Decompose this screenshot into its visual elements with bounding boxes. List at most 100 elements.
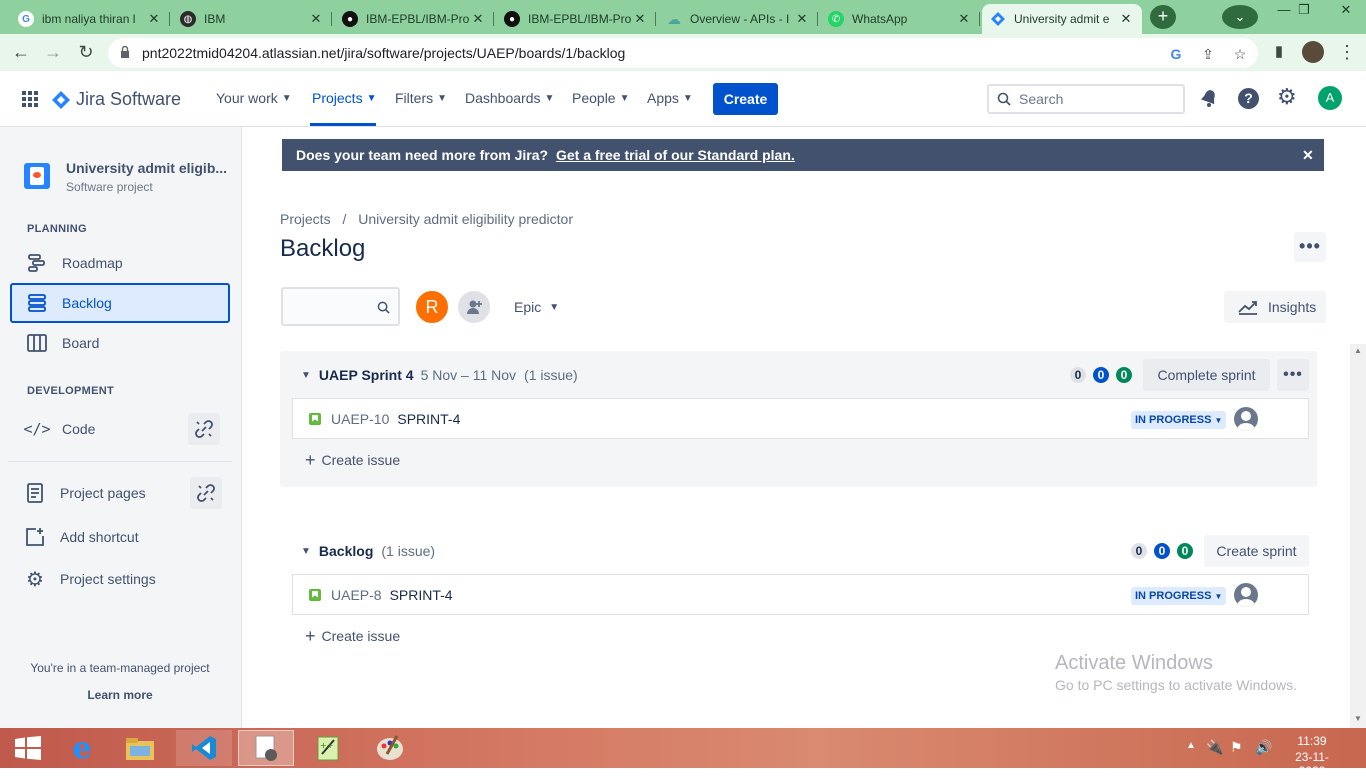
back-icon[interactable]: ← [10, 42, 32, 64]
complete-sprint-button[interactable]: Complete sprint [1143, 359, 1270, 391]
scroll-up-icon[interactable]: ▲ [1354, 346, 1362, 355]
create-button[interactable]: Create [713, 83, 778, 115]
issue-row[interactable]: UAEP-10 SPRINT-4 IN PROGRESS ▼ [292, 398, 1309, 439]
nav-projects[interactable]: Projects ▼ [312, 90, 376, 106]
nav-filters[interactable]: Filters ▼ [395, 90, 447, 106]
maximize-icon[interactable]: ❐ [1284, 2, 1324, 22]
unlinked-icon[interactable] [190, 477, 222, 509]
nav-dashboards[interactable]: Dashboards ▼ [465, 90, 554, 106]
board-icon [26, 332, 48, 354]
epic-filter[interactable]: Epic ▼ [514, 299, 559, 315]
sprint-status-counts: 0 0 0 [1070, 367, 1136, 383]
close-tab-icon[interactable]: ✕ [632, 11, 648, 27]
vscode-icon[interactable] [176, 730, 232, 766]
close-icon[interactable]: ✕ [1302, 139, 1314, 171]
close-tab-icon[interactable]: ✕ [308, 11, 324, 27]
volume-icon[interactable]: 🔊 [1255, 739, 1272, 756]
create-issue-button[interactable]: + Create issue [305, 450, 400, 471]
unassigned-avatar[interactable] [1234, 407, 1258, 431]
nav-apps[interactable]: Apps ▼ [647, 90, 693, 106]
issue-row[interactable]: UAEP-8 SPRINT-4 IN PROGRESS ▼ [292, 574, 1309, 615]
paint-icon[interactable] [362, 730, 418, 766]
user-avatar[interactable]: A [1318, 86, 1342, 110]
scroll-down-icon[interactable]: ▼ [1354, 714, 1362, 723]
issue-key[interactable]: UAEP-8 [331, 587, 382, 603]
insights-button[interactable]: Insights [1224, 291, 1326, 323]
unassigned-avatar[interactable] [1234, 583, 1258, 607]
nav-your-work[interactable]: Your work ▼ [216, 90, 292, 106]
notepad-plus-icon[interactable]: ++ [300, 730, 356, 766]
sidebar-item-backlog[interactable]: Backlog [10, 283, 230, 323]
sidebar-item-roadmap[interactable]: Roadmap [10, 243, 230, 283]
add-people-icon[interactable] [458, 291, 490, 323]
browser-menu-icon[interactable]: ⋮ [1336, 42, 1358, 64]
chevron-down-icon[interactable]: ▼ [301, 370, 311, 381]
browser-tab-active[interactable]: University admit e ✕ [982, 4, 1142, 34]
tray-expand-icon[interactable]: ▲ [1186, 740, 1196, 751]
learn-more-link[interactable]: Learn more [0, 688, 240, 702]
jira-logo[interactable]: Jira Software [52, 89, 181, 110]
sprint-header[interactable]: ▼ UAEP Sprint 4 5 Nov – 11 Nov (1 issue) [301, 367, 578, 383]
close-tab-icon[interactable]: ✕ [956, 11, 972, 27]
address-bar[interactable]: pnt2022tmid04204.atlassian.net/jira/soft… [108, 38, 1258, 68]
taskbar-clock[interactable]: 11:39 23-11-2022 [1282, 734, 1342, 778]
app-switcher-icon[interactable] [22, 91, 38, 107]
browser-tab[interactable]: G ibm naliya thiran l ✕ [10, 4, 170, 34]
backlog-header[interactable]: ▼ Backlog (1 issue) [301, 543, 435, 559]
help-icon[interactable]: ? [1238, 88, 1259, 109]
activate-windows-subtitle: Go to PC settings to activate Windows. [1055, 677, 1297, 693]
breadcrumb-project[interactable]: University admit eligibility predictor [358, 211, 573, 227]
backlog-search-input[interactable] [281, 287, 400, 326]
sidebar-item-board[interactable]: Board [10, 323, 230, 363]
power-icon[interactable]: 🔌 [1206, 739, 1223, 756]
google-lens-icon[interactable]: G [1168, 46, 1184, 62]
bookmark-star-icon[interactable]: ☆ [1232, 46, 1248, 62]
free-trial-link[interactable]: Get a free trial of our Standard plan. [556, 147, 795, 163]
network-icon[interactable]: ⚑ [1230, 739, 1243, 756]
forward-icon[interactable]: → [42, 42, 64, 64]
windows-start-icon[interactable] [0, 730, 56, 766]
browser-tab[interactable]: ● IBM-EPBL/IBM-Pro ✕ [334, 4, 494, 34]
create-issue-button[interactable]: + Create issue [305, 626, 400, 647]
status-badge[interactable]: IN PROGRESS ▼ [1131, 587, 1227, 605]
sidebar-item-project-settings[interactable]: ⚙ Project settings [8, 559, 228, 599]
close-tab-icon[interactable]: ✕ [1118, 11, 1134, 27]
notifications-icon[interactable] [1199, 88, 1219, 111]
breadcrumb-projects[interactable]: Projects [280, 211, 331, 227]
settings-gear-icon[interactable]: ⚙ [1277, 85, 1297, 109]
story-icon [309, 412, 321, 425]
project-name[interactable]: University admit eligib... [66, 160, 227, 176]
new-tab-button[interactable]: + [1150, 5, 1176, 29]
browser-tab[interactable]: ☁ Overview - APIs - I ✕ [658, 4, 818, 34]
close-tab-icon[interactable]: ✕ [794, 11, 810, 27]
nav-people[interactable]: People ▼ [572, 90, 630, 106]
tab-search-icon[interactable]: ⌄ [1222, 5, 1258, 29]
browser-tab[interactable]: ◍ IBM ✕ [172, 4, 332, 34]
status-badge[interactable]: IN PROGRESS ▼ [1131, 411, 1227, 429]
internet-explorer-icon[interactable]: e [54, 730, 110, 766]
page-scrollbar[interactable]: ▲ ▼ [1350, 344, 1366, 728]
more-actions-icon[interactable]: ••• [1277, 359, 1309, 391]
close-tab-icon[interactable]: ✕ [146, 11, 162, 27]
backlog-status-counts: 0 0 0 [1131, 543, 1197, 559]
unlinked-icon[interactable] [188, 413, 220, 445]
browser-tab[interactable]: ✆ WhatsApp ✕ [820, 4, 980, 34]
assignee-filter-avatar[interactable]: R [414, 289, 450, 325]
create-sprint-button[interactable]: Create sprint [1204, 535, 1309, 567]
side-panel-icon[interactable]: ▮ [1268, 42, 1290, 64]
sidebar-item-add-shortcut[interactable]: Add shortcut [8, 517, 228, 557]
issue-key[interactable]: UAEP-10 [331, 411, 389, 427]
close-window-icon[interactable]: ✕ [1326, 2, 1366, 22]
more-actions-icon[interactable]: ••• [1294, 232, 1326, 262]
reload-icon[interactable]: ↻ [75, 42, 97, 64]
roadmap-icon [26, 252, 48, 274]
profile-avatar[interactable] [1302, 41, 1324, 63]
close-tab-icon[interactable]: ✕ [470, 11, 486, 27]
chrome-taskbar-icon[interactable] [238, 730, 294, 766]
share-icon[interactable]: ⇪ [1200, 46, 1216, 62]
chevron-down-icon[interactable]: ▼ [301, 546, 311, 557]
file-explorer-icon[interactable] [112, 730, 168, 766]
search-input[interactable]: Search [987, 84, 1185, 114]
project-avatar[interactable] [24, 163, 50, 189]
browser-tab[interactable]: ● IBM-EPBL/IBM-Pro ✕ [496, 4, 656, 34]
